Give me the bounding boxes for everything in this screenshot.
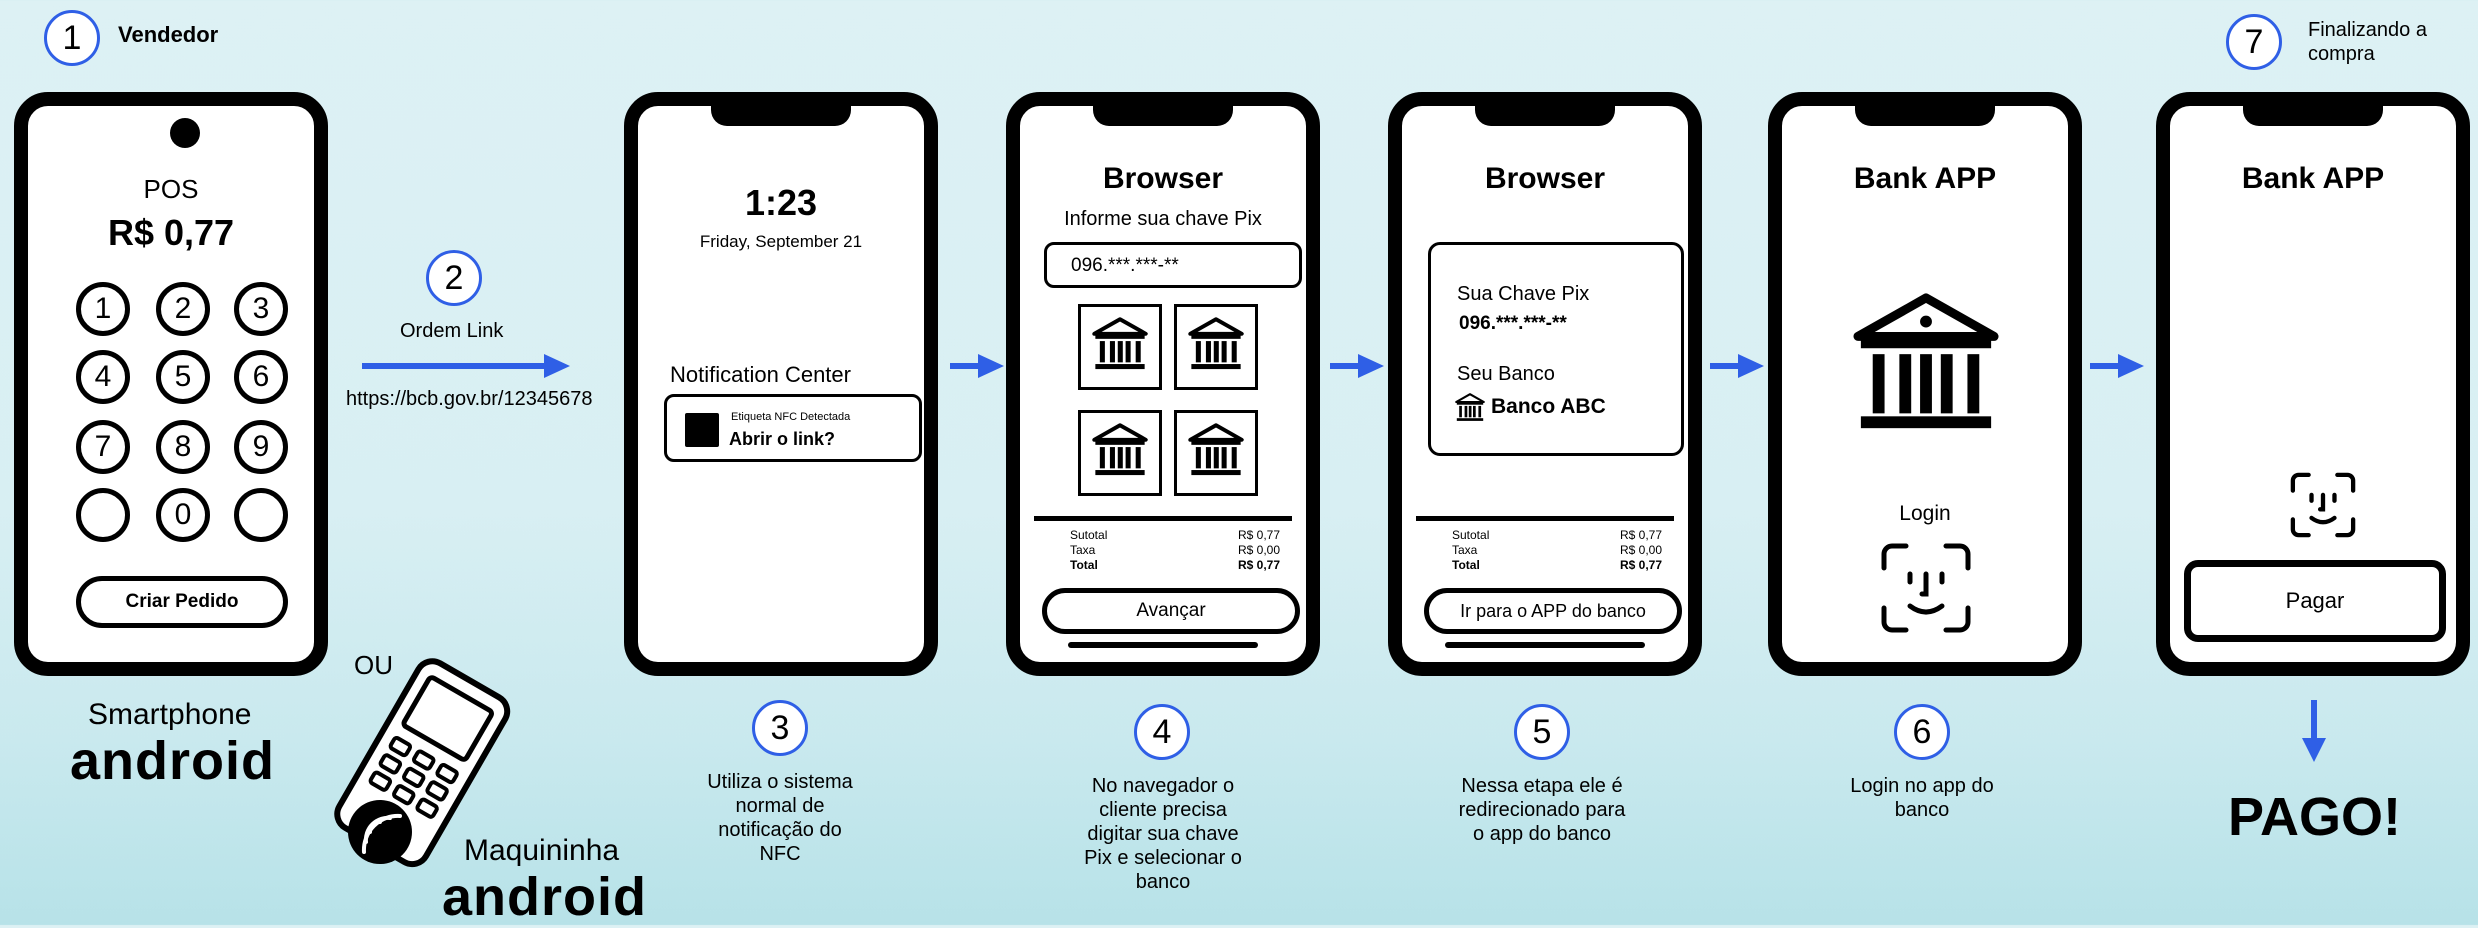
pix-key-input[interactable]: 096.***.***-**: [1044, 242, 1302, 288]
keypad-key-4[interactable]: 4: [76, 350, 130, 404]
keypad-key-5[interactable]: 5: [156, 350, 210, 404]
step-5-badge: 5: [1514, 704, 1570, 760]
avancar-button[interactable]: Avançar: [1042, 588, 1300, 634]
pos-amount: R$ 0,77: [107, 212, 235, 253]
bank-login-phone: Bank APP Login: [1768, 92, 2082, 676]
step-4-caption: No navegador o cliente precisa digitar sua…: [1084, 775, 1242, 893]
totals-divider: [1034, 516, 1292, 521]
go-to-bank-app-label: Ir para o APP do banco: [1460, 600, 1646, 621]
keypad-key-9[interactable]: 9: [234, 420, 288, 474]
pix-key-value: 096.***.***-**: [1071, 255, 1179, 276]
bank-pay-phone: Bank APP Pagar: [2156, 92, 2470, 676]
bank-app-title-2: Bank APP: [2241, 162, 2385, 195]
camera-dot: [170, 118, 200, 148]
home-indicator: [1068, 642, 1258, 648]
step-7-label: Finalizando a compra: [2308, 19, 2427, 65]
pagar-button[interactable]: Pagar: [2184, 560, 2446, 642]
totals-block: Sutotal R$ 0,77 Taxa R$ 0,00 Total R$ 0,77: [1070, 528, 1280, 572]
step-6-caption: Login no app do banco: [1850, 775, 1994, 821]
notification-phone: 1:23 Friday, September 21 Notification C…: [624, 92, 938, 676]
pix-prompt: Informe sua chave Pix: [1064, 208, 1262, 230]
bank-option-2[interactable]: [1174, 304, 1258, 390]
bank-icon: [1455, 393, 1485, 428]
keypad-key-0[interactable]: 0: [156, 488, 210, 542]
step-2-badge: 2: [426, 250, 482, 306]
keypad-key-6[interactable]: 6: [234, 350, 288, 404]
arrow-6-7: [2090, 354, 2144, 378]
keypad-key-8[interactable]: 8: [156, 420, 210, 474]
bank-icon: [1188, 422, 1244, 484]
keypad-key-2[interactable]: 2: [156, 282, 210, 336]
step-3-caption: Utiliza o sistema normal de notificação do…: [707, 771, 853, 865]
browser-title: Browser: [1102, 162, 1224, 195]
open-link-text: Abrir o link?: [729, 429, 836, 449]
bank-option-4[interactable]: [1174, 410, 1258, 496]
pago-text: PAGO!: [2228, 787, 2401, 847]
chave-value: 096.***.***-**: [1459, 313, 1567, 334]
pagar-label: Pagar: [2285, 588, 2345, 613]
bank-option-3[interactable]: [1078, 410, 1162, 496]
step-7-badge: 7: [2226, 14, 2282, 70]
avancar-label: Avançar: [1136, 600, 1206, 621]
maquininha-label: Maquininha: [464, 834, 620, 867]
face-id-icon[interactable]: [1880, 542, 1972, 634]
summary-card: Sua Chave Pix 096.***.***-** Seu Banco B…: [1428, 242, 1684, 456]
pos-label: POS: [143, 174, 199, 204]
bank-icon: [1092, 316, 1148, 378]
keypad-blank-key[interactable]: [76, 488, 130, 542]
pos-phone: POS R$ 0,77 123 456 7890 Criar Pedido: [14, 92, 328, 676]
arrow-4-5: [1330, 354, 1384, 378]
keypad-key-1[interactable]: 1: [76, 282, 130, 336]
keypad-key-7[interactable]: 7: [76, 420, 130, 474]
home-indicator: [1445, 642, 1645, 648]
step-5-caption: Nessa etapa ele é redirecionado para o app…: [1458, 775, 1626, 845]
browser-summary-phone: Browser Sua Chave Pix 096.***.***-** Seu…: [1388, 92, 1702, 676]
phone-notch: [1475, 106, 1615, 126]
nfc-detected-text: Etiqueta NFC Detectada: [731, 411, 851, 423]
banco-label: Seu Banco: [1457, 363, 1555, 385]
browser-title-2: Browser: [1484, 162, 1606, 195]
banco-value: Banco ABC: [1491, 395, 1606, 418]
chave-label: Sua Chave Pix: [1457, 283, 1590, 305]
phone-notch: [1855, 106, 1995, 126]
android-label-1: android: [70, 731, 275, 791]
criar-pedido-button[interactable]: Criar Pedido: [76, 576, 288, 628]
nfc-app-icon: [685, 413, 719, 447]
login-label: Login: [1899, 502, 1951, 525]
bank-app-title: Bank APP: [1853, 162, 1997, 195]
lock-time: 1:23: [744, 182, 818, 223]
nfc-notification[interactable]: Etiqueta NFC Detectada Abrir o link?: [664, 394, 922, 462]
bank-icon: [1092, 422, 1148, 484]
ordem-link-label: Ordem Link: [400, 320, 504, 342]
step-6-badge: 6: [1894, 704, 1950, 760]
phone-notch: [711, 106, 851, 126]
step-1-title: Vendedor: [118, 22, 219, 47]
step-1-badge: 1: [44, 10, 100, 66]
smartphone-label: Smartphone: [88, 698, 252, 731]
step-4-badge: 4: [1134, 704, 1190, 760]
keypad-key-3[interactable]: 3: [234, 282, 288, 336]
go-to-bank-app-button[interactable]: Ir para o APP do banco: [1424, 588, 1682, 634]
ordem-link-url[interactable]: https://bcb.gov.br/12345678: [346, 388, 592, 411]
step-3-badge: 3: [752, 700, 808, 756]
bank-icon: [1188, 316, 1244, 378]
totals-block-2: Sutotal R$ 0,77 Taxa R$ 0,00 Total R$ 0,77: [1452, 528, 1662, 572]
keypad-blank-key[interactable]: [234, 488, 288, 542]
arrow-step2: [362, 354, 570, 378]
phone-notch: [2243, 106, 2383, 126]
notification-center-title: Notification Center: [670, 362, 851, 387]
criar-pedido-label: Criar Pedido: [125, 591, 239, 612]
android-label-2: android: [442, 867, 647, 927]
face-id-icon: [2290, 472, 2356, 538]
arrow-5-6: [1710, 354, 1764, 378]
arrow-down: [2302, 700, 2326, 762]
arrow-3-4: [950, 354, 1004, 378]
bank-icon: [1853, 293, 1999, 429]
browser-pix-phone: Browser Informe sua chave Pix 096.***.**…: [1006, 92, 1320, 676]
phone-notch: [1093, 106, 1233, 126]
lock-date: Friday, September 21: [699, 232, 863, 251]
bank-option-1[interactable]: [1078, 304, 1162, 390]
totals-divider-2: [1416, 516, 1674, 521]
